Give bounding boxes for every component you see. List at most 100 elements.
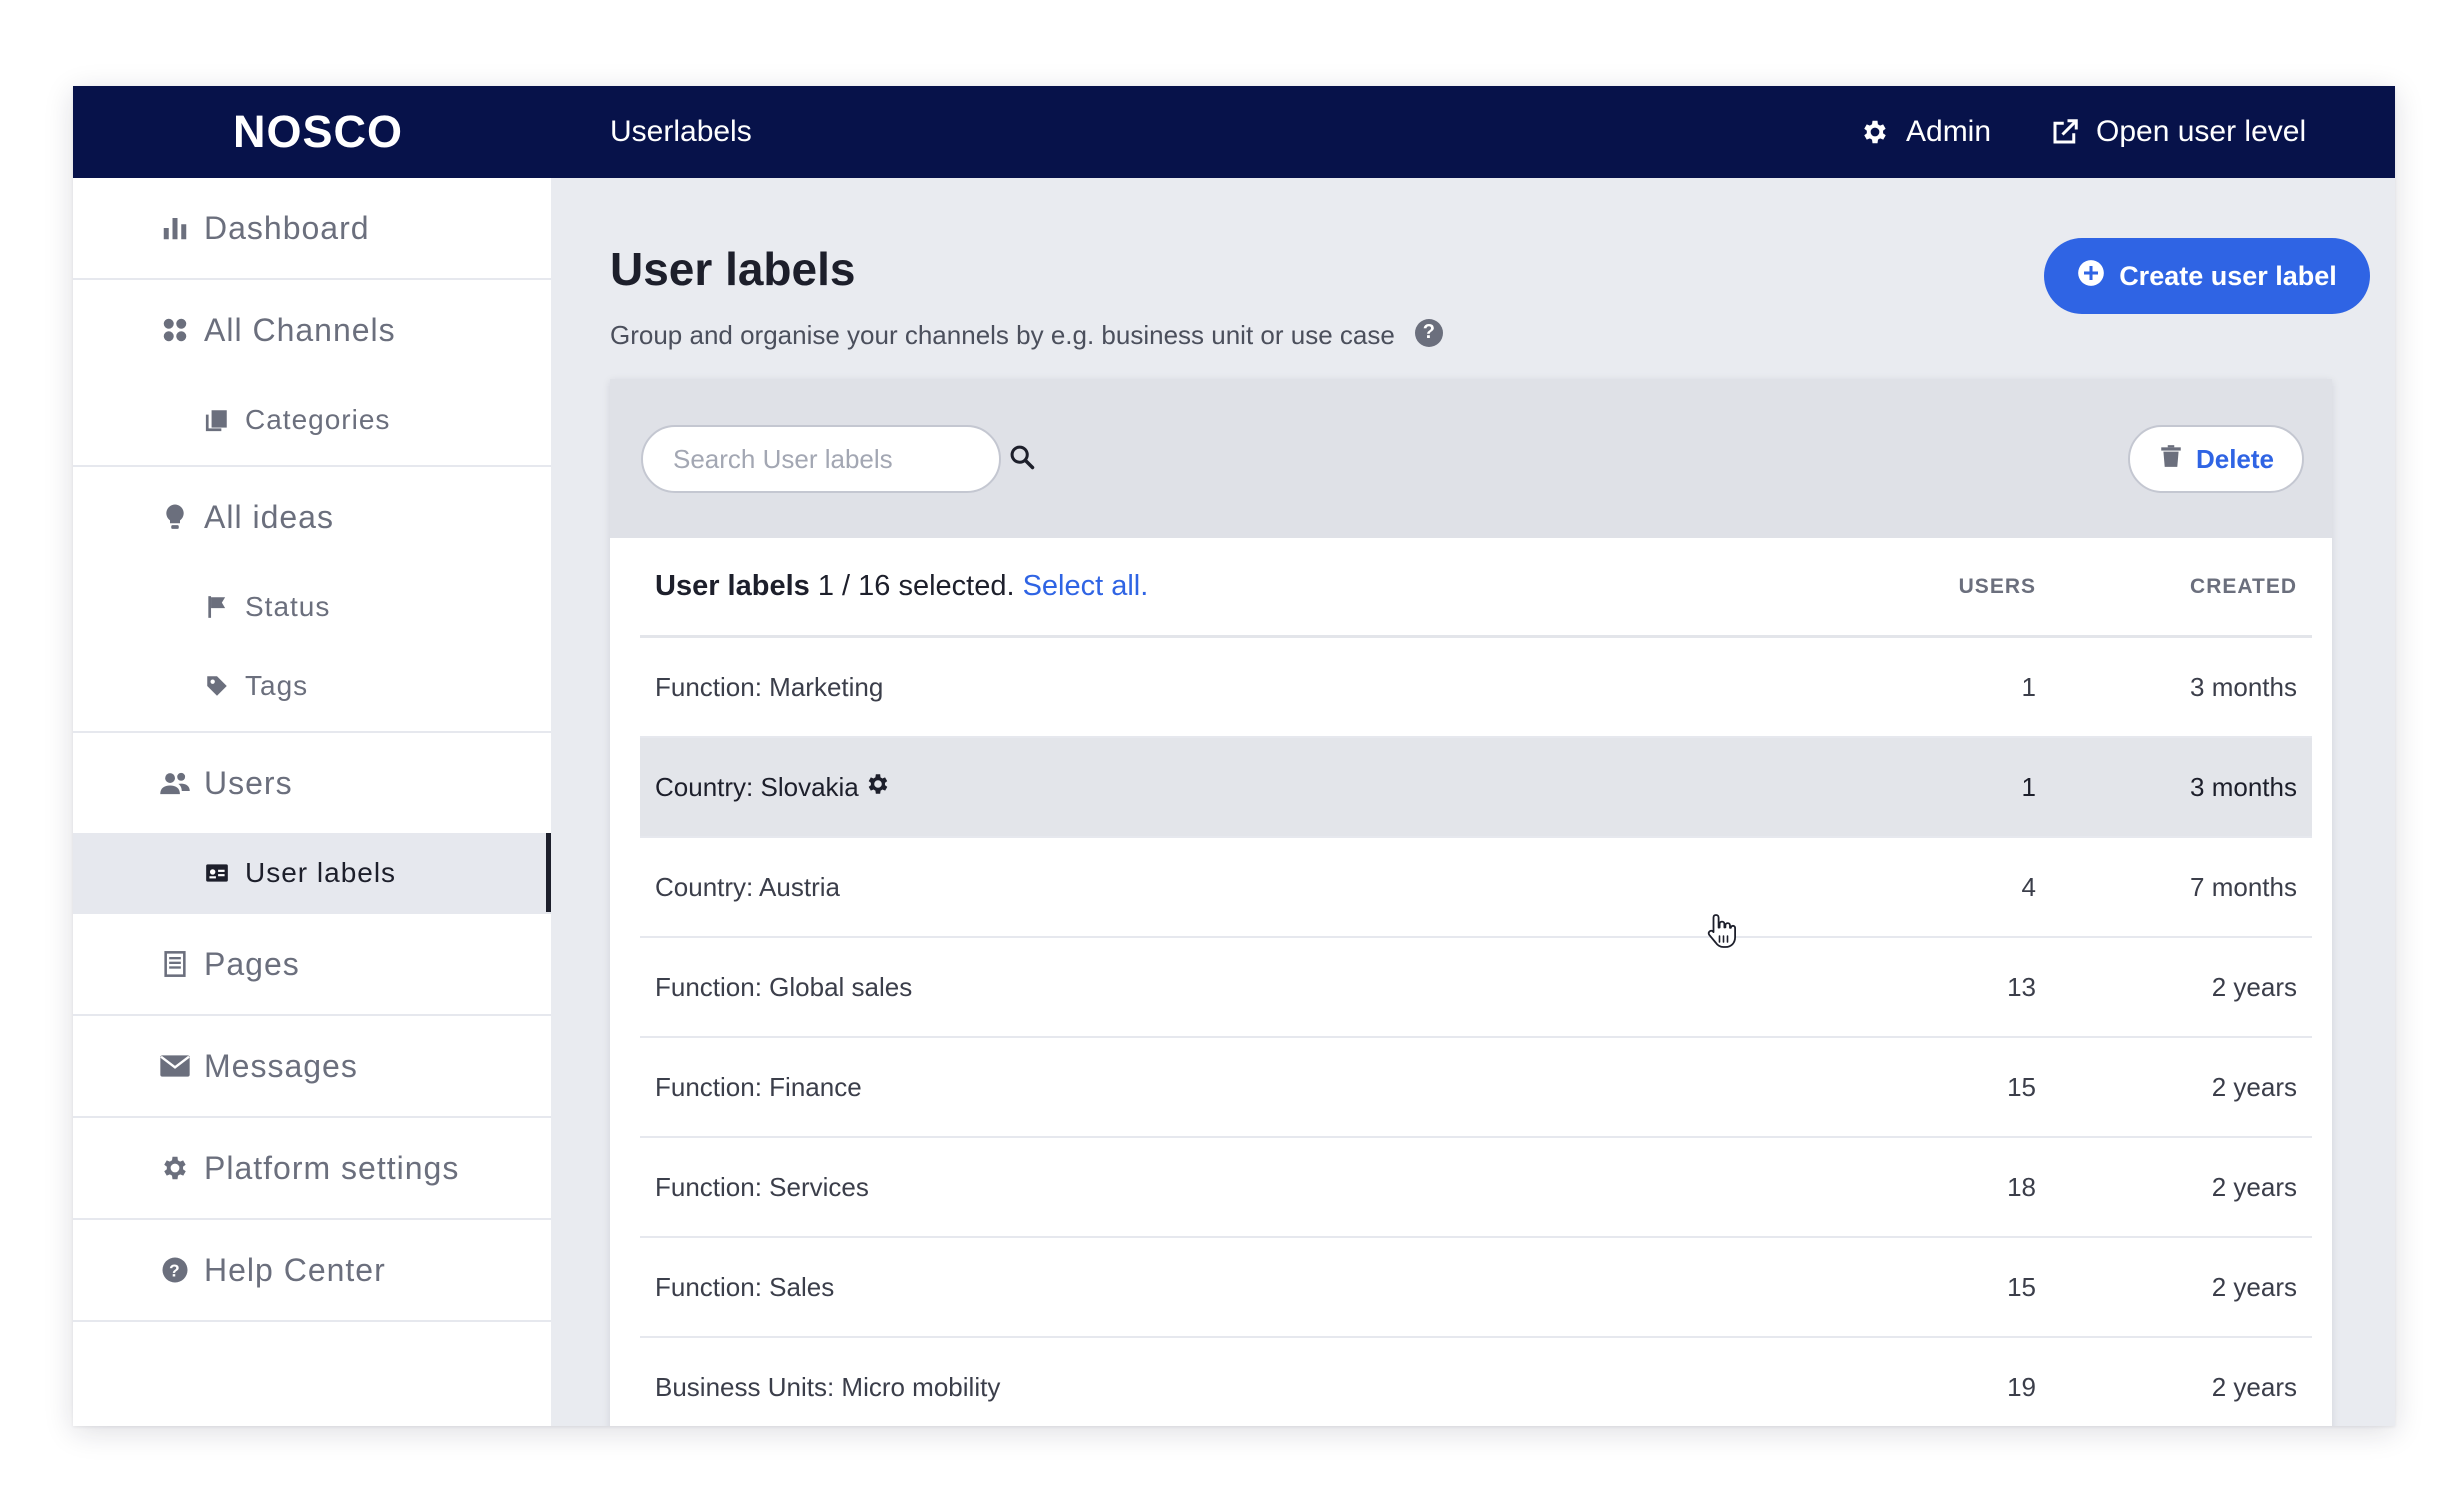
- selection-count: 1 / 16 selected.: [817, 570, 1015, 602]
- search-input[interactable]: [673, 443, 1008, 475]
- gear-icon[interactable]: [865, 774, 891, 797]
- sidebar-item-label: Users: [204, 764, 293, 801]
- sidebar-item-label: Dashboard: [204, 209, 370, 246]
- page-title: User labels: [610, 243, 856, 295]
- main-content: User labels Group and organise your chan…: [551, 178, 2395, 1426]
- table-row[interactable]: Business Units: Micro mobility 19 2 years: [640, 1338, 2312, 1426]
- sidebar-item-label: Categories: [245, 403, 391, 435]
- svg-text:?: ?: [169, 1260, 181, 1280]
- table-row[interactable]: Country: Slovakia 1 3 months: [640, 738, 2312, 838]
- sidebar-item-categories[interactable]: Categories: [73, 380, 551, 459]
- row-created: 2 years: [2211, 1171, 2297, 1202]
- dots-grid-icon: [158, 313, 192, 347]
- sidebar-item-users[interactable]: Users: [73, 733, 551, 833]
- app-window: NOSCO Userlabels Admin Open user level D…: [73, 86, 2395, 1426]
- open-user-level-link[interactable]: Open user level: [2050, 86, 2306, 178]
- bar-chart-icon: [158, 211, 192, 245]
- select-all-link[interactable]: Select all.: [1023, 570, 1149, 602]
- row-users: 15: [2007, 1271, 2036, 1302]
- user-labels-table: User labels 1 / 16 selected. Select all.…: [640, 538, 2312, 1426]
- row-created: 2 years: [2211, 1371, 2297, 1402]
- document-icon: [158, 947, 192, 981]
- top-bar: NOSCO Userlabels Admin Open user level: [73, 86, 2395, 178]
- sidebar-item-label: Tags: [245, 669, 309, 701]
- question-circle-icon: ?: [158, 1253, 192, 1287]
- row-name: Function: Marketing: [655, 671, 884, 702]
- row-name: Function: Finance: [655, 1071, 862, 1102]
- row-created: 3 months: [2190, 771, 2297, 802]
- row-name-cell: Country: Slovakia: [640, 772, 1796, 803]
- row-name-cell: Function: Marketing: [640, 672, 1796, 703]
- sidebar-item-help-center[interactable]: ? Help Center: [73, 1220, 551, 1320]
- delete-button[interactable]: Delete: [2128, 425, 2304, 493]
- trash-icon: [2158, 442, 2184, 477]
- row-name: Business Units: Micro mobility: [655, 1371, 1001, 1402]
- row-users: 19: [2007, 1371, 2036, 1402]
- sidebar-item-label: All ideas: [204, 498, 334, 535]
- sidebar-item-status[interactable]: Status: [73, 567, 551, 646]
- users-icon: [158, 766, 192, 800]
- row-name: Country: Slovakia: [655, 771, 859, 802]
- table-row[interactable]: Function: Finance 15 2 years: [640, 1038, 2312, 1138]
- hand-pointer-icon: [1706, 912, 1738, 955]
- sidebar-item-label: All Channels: [204, 311, 396, 348]
- create-user-label-button[interactable]: Create user label: [2044, 238, 2370, 314]
- row-name-cell: Function: Services: [640, 1172, 1796, 1203]
- nav-section-messages: Messages: [73, 1016, 551, 1118]
- row-created: 2 years: [2211, 971, 2297, 1002]
- nav-section-pages: Pages: [73, 914, 551, 1016]
- sidebar-item-user-labels[interactable]: User labels: [73, 833, 551, 912]
- sidebar-item-pages[interactable]: Pages: [73, 914, 551, 1014]
- sidebar-item-label: Help Center: [204, 1251, 386, 1288]
- sidebar-item-tags[interactable]: Tags: [73, 646, 551, 725]
- sidebar-item-label: Pages: [204, 945, 300, 982]
- row-created: 2 years: [2211, 1071, 2297, 1102]
- sidebar-item-label: Platform settings: [204, 1149, 460, 1186]
- table-row[interactable]: Function: Sales 15 2 years: [640, 1238, 2312, 1338]
- sidebar-item-messages[interactable]: Messages: [73, 1016, 551, 1116]
- user-labels-card: Delete User labels 1 / 16 selected. Sele…: [610, 379, 2332, 1426]
- help-icon[interactable]: ?: [1414, 318, 1443, 347]
- create-user-label-text: Create user label: [2119, 260, 2337, 291]
- table-row[interactable]: Function: Marketing 1 3 months: [640, 638, 2312, 738]
- tag-icon: [203, 672, 231, 700]
- row-name-cell: Function: Global sales: [640, 972, 1796, 1003]
- gear-icon: [158, 1151, 192, 1185]
- search-icon[interactable]: [1008, 443, 1036, 476]
- sidebar-item-all-ideas[interactable]: All ideas: [73, 467, 551, 567]
- row-name: Function: Services: [655, 1171, 869, 1202]
- envelope-icon: [158, 1049, 192, 1083]
- plus-circle-icon: [2077, 259, 2105, 294]
- column-header-created[interactable]: CREATED: [2036, 575, 2312, 599]
- row-users: 18: [2007, 1171, 2036, 1202]
- column-header-users[interactable]: USERS: [1796, 575, 2036, 599]
- table-row[interactable]: Function: Services 18 2 years: [640, 1138, 2312, 1238]
- card-toolbar: Delete: [610, 379, 2332, 538]
- sidebar-item-label: Messages: [204, 1047, 358, 1084]
- external-link-icon: [2050, 117, 2080, 147]
- sidebar-item-platform-settings[interactable]: Platform settings: [73, 1118, 551, 1218]
- nav-section-users: Users User labels: [73, 733, 551, 914]
- admin-label: Admin: [1906, 115, 1992, 148]
- sidebar-item-label: Status: [245, 590, 331, 622]
- search-box[interactable]: [641, 425, 1035, 493]
- row-name-cell: Business Units: Micro mobility: [640, 1372, 1796, 1403]
- table-row[interactable]: Country: Austria 4 7 months: [640, 838, 2312, 938]
- open-user-level-label: Open user level: [2096, 115, 2307, 148]
- sidebar-item-label: User labels: [245, 856, 397, 888]
- delete-label: Delete: [2195, 443, 2275, 474]
- row-created: 7 months: [2190, 871, 2297, 902]
- nav-section-help: ? Help Center: [73, 1220, 551, 1322]
- row-users: 15: [2007, 1071, 2036, 1102]
- row-created: 3 months: [2190, 671, 2297, 702]
- sidebar-item-all-channels[interactable]: All Channels: [73, 280, 551, 380]
- admin-link[interactable]: Admin: [1860, 86, 1991, 178]
- page-subtitle: Group and organise your channels by e.g.…: [610, 318, 1443, 351]
- row-name-cell: Function: Finance: [640, 1072, 1796, 1103]
- table-row[interactable]: Function: Global sales 13 2 years: [640, 938, 2312, 1038]
- brand-logo[interactable]: NOSCO: [233, 86, 403, 178]
- sidebar-item-dashboard[interactable]: Dashboard: [73, 178, 551, 278]
- row-users: 1: [2021, 671, 2036, 702]
- row-name: Function: Global sales: [655, 971, 913, 1002]
- table-body: Function: Marketing 1 3 months Country: Slo…: [640, 638, 2312, 1426]
